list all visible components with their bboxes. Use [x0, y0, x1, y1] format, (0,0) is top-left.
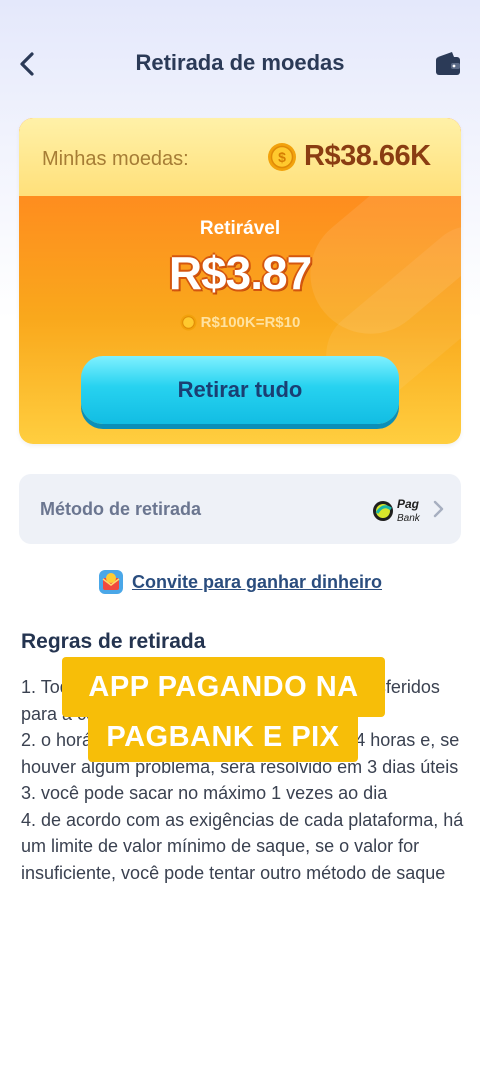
rules-title: Regras de retirada: [21, 630, 206, 653]
wallet-button[interactable]: [434, 50, 462, 78]
invite-envelope-icon: [98, 570, 123, 594]
page-title: Retirada de moedas: [135, 50, 345, 75]
app-header: Retirada de moedas: [0, 0, 480, 128]
exchange-rate-text: R$100K=R$10: [200, 314, 301, 331]
coin-icon: [180, 314, 197, 331]
withdrawable-label: Retirável: [199, 218, 281, 239]
wallet-icon: [436, 52, 460, 75]
coin-icon: $: [268, 143, 296, 171]
withdraw-all-button[interactable]: Retirar tudo: [81, 356, 399, 424]
withdrawable-value: R$3.87: [168, 247, 312, 299]
overlay-banner-line-1: APP PAGANDO NA: [62, 657, 385, 717]
invite-link[interactable]: Convite para ganhar dinheiro: [0, 569, 480, 595]
svg-text:Bank: Bank: [397, 513, 421, 524]
svg-text:Pag: Pag: [397, 497, 420, 511]
invite-text: Convite para ganhar dinheiro: [131, 571, 383, 592]
rule-item: 3. você pode sacar no máximo 1 vezes ao …: [21, 783, 388, 803]
coins-value: R$38.66K: [304, 140, 431, 172]
pagbank-logo-icon: Pag Bank: [373, 497, 421, 524]
coins-header: Minhas moedas: $ R$38.66K: [19, 118, 461, 196]
chevron-right-icon: [433, 500, 444, 518]
exchange-rate: R$100K=R$10: [19, 314, 461, 331]
coin-balance-card: Minhas moedas: $ R$38.66K Retirável R$3.…: [19, 118, 461, 444]
svg-text:$: $: [278, 149, 286, 165]
overlay-banner-line-2: PAGBANK E PIX: [88, 712, 358, 762]
withdrawal-method-label: Método de retirada: [40, 499, 202, 519]
rule-item: 4. de acordo com as exigências de cada p…: [21, 809, 464, 883]
withdrawal-method-selector[interactable]: Método de retirada Pag Bank: [19, 474, 461, 544]
coins-label: Minhas moedas:: [42, 148, 189, 170]
